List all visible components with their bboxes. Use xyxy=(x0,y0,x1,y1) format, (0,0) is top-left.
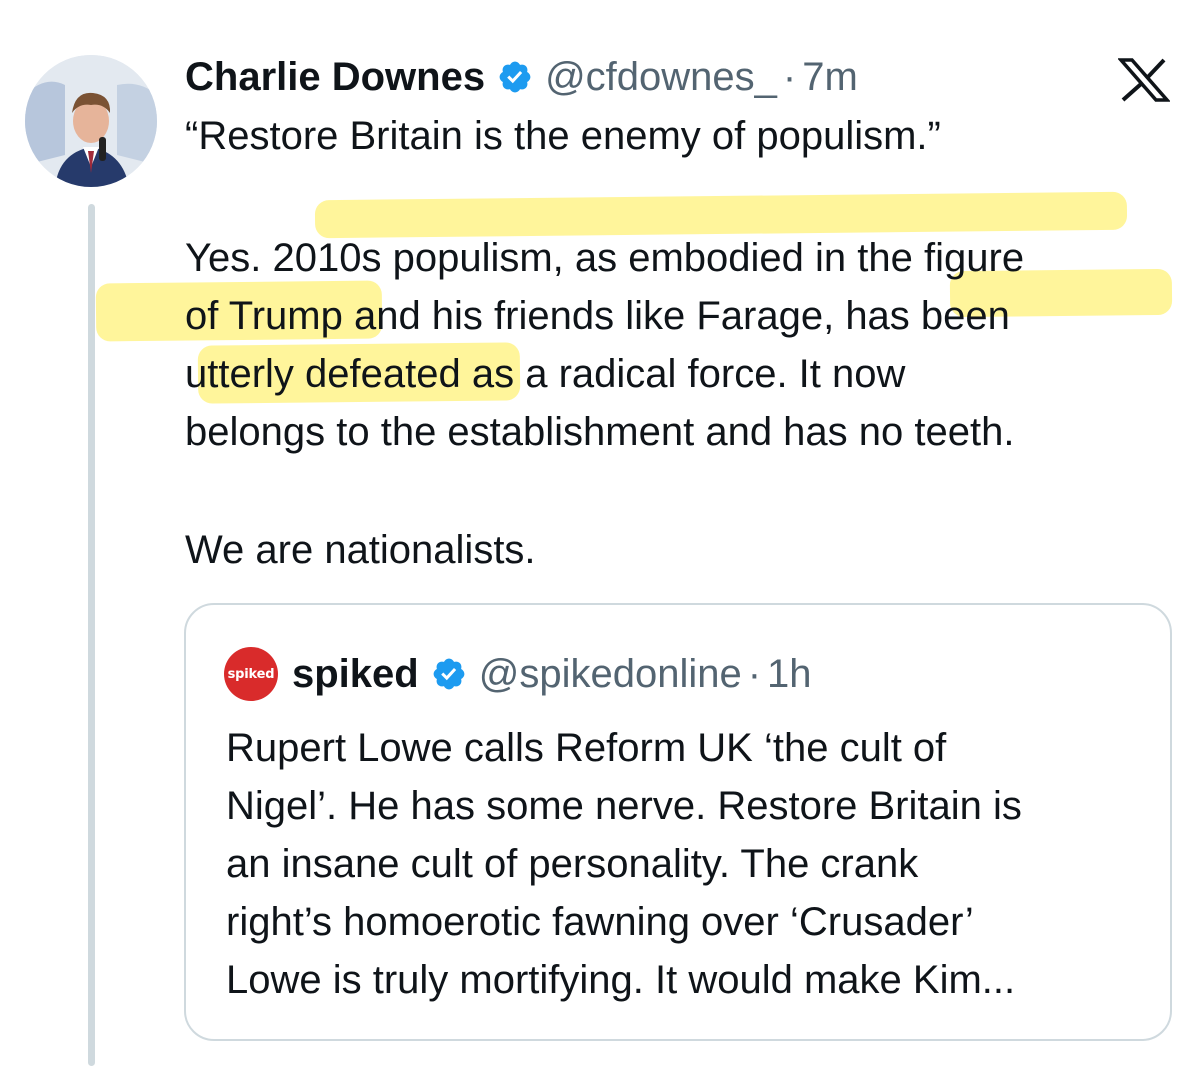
x-logo-icon xyxy=(1118,58,1170,102)
tweet-text-line: “Restore Britain is the enemy of populis… xyxy=(185,114,941,158)
tweet-text-line: We are nationalists. xyxy=(185,528,536,572)
quoted-tweet-header: spiked spiked @spikedonline · 1h xyxy=(224,647,812,701)
verified-badge-icon xyxy=(431,656,467,692)
verified-badge-icon xyxy=(497,59,533,95)
quoted-tweet-time[interactable]: 1h xyxy=(767,652,812,697)
tweet-header: Charlie Downes @cfdownes_ · 7m xyxy=(185,52,858,102)
quoted-text-line: Rupert Lowe calls Reform UK ‘the cult of xyxy=(226,726,947,770)
quoted-text-line: an insane cult of personality. The crank xyxy=(226,842,919,886)
quoted-tweet-card[interactable]: spiked spiked @spikedonline · 1h Rupert … xyxy=(184,603,1172,1041)
quoted-text-line: right’s homoerotic fawning over ‘Crusade… xyxy=(226,900,974,944)
tweet-text-line: belongs to the establishment and has no … xyxy=(185,410,1015,454)
author-name[interactable]: Charlie Downes xyxy=(185,55,485,100)
separator-dot: · xyxy=(747,651,762,696)
tweet-text-line: utterly defeated as a radical force. It … xyxy=(185,352,906,396)
quoted-author-name[interactable]: spiked xyxy=(292,652,419,697)
author-avatar[interactable] xyxy=(25,55,157,187)
author-handle[interactable]: @cfdownes_ xyxy=(545,55,777,100)
spiked-avatar[interactable]: spiked xyxy=(224,647,278,701)
quoted-author-handle[interactable]: @spikedonline xyxy=(479,652,742,697)
tweet-text-line: of Trump and his friends like Farage, ha… xyxy=(185,294,1010,338)
separator-dot: · xyxy=(782,54,797,99)
quoted-text-line: Lowe is truly mortifying. It would make … xyxy=(226,958,1016,1002)
quoted-text-line: Nigel’. He has some nerve. Restore Brita… xyxy=(226,784,1022,828)
avatar-photo xyxy=(25,55,157,187)
thread-line xyxy=(88,204,95,1066)
tweet-time[interactable]: 7m xyxy=(802,55,858,100)
tweet-text-line: Yes. 2010s populism, as embodied in the … xyxy=(185,236,1025,280)
